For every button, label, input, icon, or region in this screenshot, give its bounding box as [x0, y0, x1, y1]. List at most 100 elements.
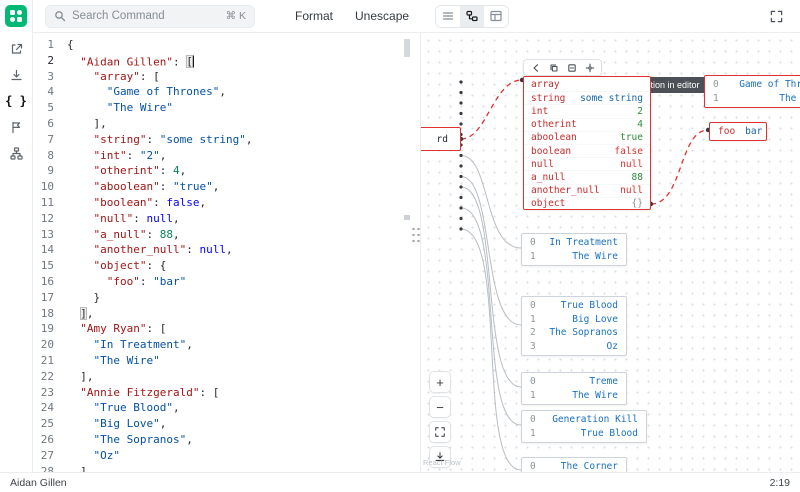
editor-line[interactable]: 6 ],	[33, 116, 420, 132]
editor-line[interactable]: 14 "another_null": null,	[33, 242, 420, 258]
editor-scrollbar-thumb[interactable]	[404, 39, 410, 57]
node-row[interactable]: 0Game of Thrones	[705, 78, 800, 92]
node-row[interactable]: a_null88	[524, 170, 650, 183]
editor-line[interactable]: 24 "True Blood",	[33, 400, 420, 416]
editor-line[interactable]: 13 "a_null": 88,	[33, 227, 420, 243]
editor-line[interactable]: 28 ],	[33, 464, 420, 472]
minus-icon: −	[436, 401, 444, 414]
panel-resize-handle[interactable]	[411, 226, 421, 244]
graph-canvas[interactable]: rd	[420, 33, 800, 472]
app-logo[interactable]	[5, 5, 27, 27]
zoom-out-button[interactable]: −	[429, 396, 451, 418]
node-row[interactable]: 3Oz	[522, 340, 626, 354]
zoom-in-button[interactable]: +	[429, 371, 451, 393]
code-text: "Annie Fitzgerald": [	[67, 385, 420, 401]
array-node[interactable]: 0Game of Thrones1The Wire	[704, 75, 800, 108]
node-row[interactable]: abooleantrue	[524, 131, 650, 144]
node-row[interactable]: 0True Blood	[522, 299, 626, 313]
line-number: 19	[33, 321, 67, 337]
editor-line[interactable]: 20 "In Treatment",	[33, 337, 420, 353]
unescape-button[interactable]: Unescape	[355, 9, 409, 23]
list-node[interactable]: 0In Treatment1The Wire	[521, 233, 627, 266]
node-row[interactable]: int2	[524, 104, 650, 117]
node-row[interactable]: 1The Wire	[522, 250, 626, 264]
line-number: 15	[33, 258, 67, 274]
node-row[interactable]: another_nullnull	[524, 184, 650, 197]
editor-line[interactable]: 22 ],	[33, 369, 420, 385]
node-row[interactable]: 1The Wire	[522, 389, 626, 403]
editor-line[interactable]: 9 "otherint": 4,	[33, 163, 420, 179]
search-placeholder: Search Command	[72, 10, 165, 22]
tools-button[interactable]	[3, 114, 29, 140]
editor-line[interactable]: 5 "The Wire"	[33, 100, 420, 116]
node-row[interactable]: 0In Treatment	[522, 236, 626, 250]
editor-line[interactable]: 16 "foo": "bar"	[33, 274, 420, 290]
node-row[interactable]: array	[524, 78, 650, 91]
node-value: 2	[637, 106, 643, 117]
export-button[interactable]	[3, 36, 29, 62]
editor-line[interactable]: 7 "string": "some string",	[33, 132, 420, 148]
editor-line[interactable]: 19 "Amy Ryan": [	[33, 321, 420, 337]
node-row[interactable]: 1The Wire	[705, 92, 800, 106]
node-row[interactable]: 0Treme	[522, 375, 626, 389]
parent-node-clipped[interactable]: rd	[420, 127, 461, 151]
table-view-button[interactable]	[484, 6, 508, 27]
json-editor[interactable]: 1{2 "Aidan Gillen": [3 "array": [4 "Game…	[33, 33, 420, 472]
editor-line[interactable]: 25 "Big Love",	[33, 416, 420, 432]
copy-button[interactable]	[546, 61, 561, 74]
node-row[interactable]: nullnull	[524, 157, 650, 170]
fullscreen-button[interactable]	[764, 4, 788, 28]
editor-line[interactable]: 2 "Aidan Gillen": [	[33, 53, 420, 69]
editor-line[interactable]: 15 "object": {	[33, 258, 420, 274]
search-command-input[interactable]: Search Command ⌘ K	[45, 5, 255, 28]
editor-line[interactable]: 3 "array": [	[33, 69, 420, 85]
node-row[interactable]: booleanfalse	[524, 144, 650, 157]
editor-line[interactable]: 27 "Oz"	[33, 448, 420, 464]
back-button[interactable]	[528, 61, 543, 74]
line-number: 7	[33, 132, 67, 148]
format-button[interactable]: Format	[295, 9, 333, 23]
reveal-position-button[interactable]	[582, 61, 597, 74]
list-node[interactable]: 0True Blood1Big Love2The Sopranos3Oz	[521, 296, 627, 356]
editor-line[interactable]: 1{	[33, 37, 420, 53]
editor-line[interactable]: 8 "int": "2",	[33, 148, 420, 164]
node-row[interactable]: 0The Corner	[522, 460, 626, 472]
hierarchy-icon	[9, 146, 24, 161]
hierarchy-button[interactable]	[3, 140, 29, 166]
topbar: Search Command ⌘ K Format Unescape	[33, 0, 800, 33]
node-row[interactable]: stringsome string	[524, 91, 650, 104]
node-value: Generation Kill	[546, 414, 638, 425]
fit-view-button[interactable]	[429, 421, 451, 443]
editor-line[interactable]: 4 "Game of Thrones",	[33, 84, 420, 100]
editor-line[interactable]: 18 ],	[33, 306, 420, 322]
content-area: 1{2 "Aidan Gillen": [3 "array": [4 "Game…	[33, 33, 800, 472]
code-text: "In Treatment",	[67, 337, 420, 353]
node-row[interactable]: 1True Blood	[522, 427, 646, 441]
list-node[interactable]: 0Treme1The Wire	[521, 372, 627, 405]
editor-line[interactable]: 12 "null": null,	[33, 211, 420, 227]
edge	[461, 177, 521, 326]
editor-line[interactable]: 10 "aboolean": "true",	[33, 179, 420, 195]
list-node[interactable]: 0Generation Kill1True Blood	[521, 410, 647, 443]
editor-line[interactable]: 17 }	[33, 290, 420, 306]
editor-line[interactable]: 21 "The Wire"	[33, 353, 420, 369]
json-view-button[interactable]: { }	[3, 88, 29, 114]
flow-view-button[interactable]	[460, 6, 484, 27]
download-button[interactable]	[3, 62, 29, 88]
node-row[interactable]: 0Generation Kill	[522, 413, 646, 427]
node-row[interactable]: 1Big Love	[522, 313, 626, 327]
object-node[interactable]: foo bar	[709, 122, 767, 141]
node-row[interactable]: 2The Sopranos	[522, 326, 626, 340]
search-icon	[54, 10, 66, 22]
editor-line[interactable]: 11 "boolean": false,	[33, 195, 420, 211]
rows-view-button[interactable]	[436, 6, 460, 27]
selected-node[interactable]: arraystringsome stringint2otherint4abool…	[523, 76, 651, 210]
collapse-button[interactable]	[564, 61, 579, 74]
editor-line[interactable]: 26 "The Sopranos",	[33, 432, 420, 448]
editor-line[interactable]: 23 "Annie Fitzgerald": [	[33, 385, 420, 401]
code-text: "True Blood",	[67, 400, 420, 416]
node-value: In Treatment	[546, 237, 618, 248]
node-row[interactable]: otherint4	[524, 118, 650, 131]
node-row[interactable]: object{}	[524, 197, 650, 210]
list-node[interactable]: 0The Corner	[521, 457, 627, 472]
